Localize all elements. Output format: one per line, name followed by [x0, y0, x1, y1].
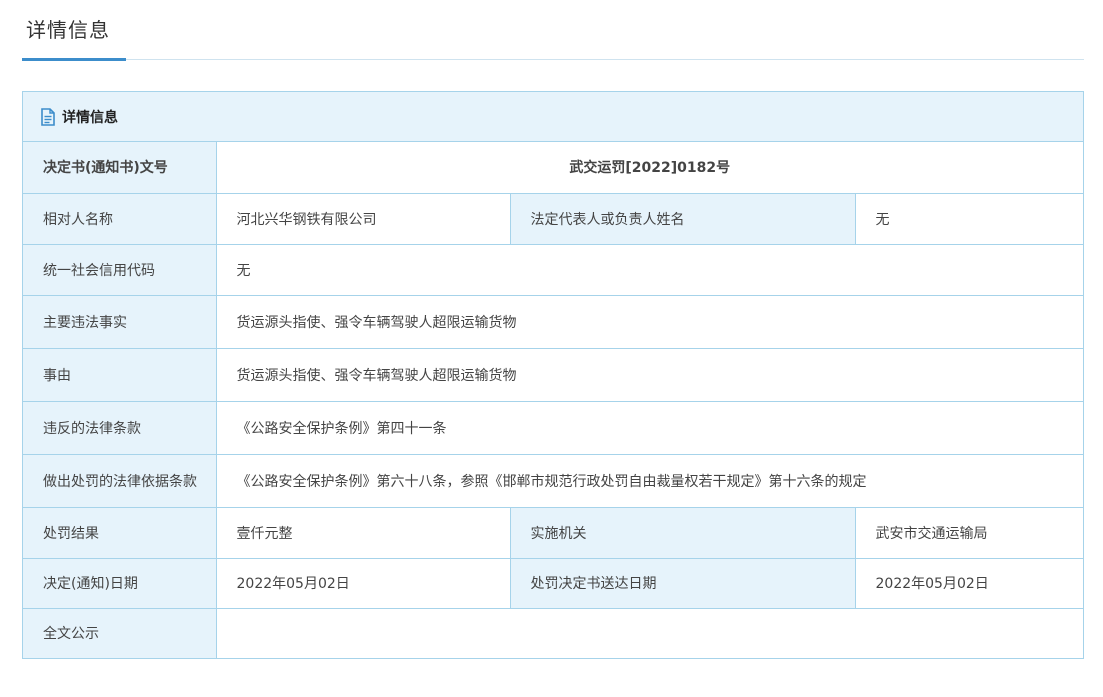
table-row: 全文公示 — [23, 607, 1083, 658]
decision-no-label: 决定书(通知书)文号 — [23, 142, 216, 193]
table-row: 决定书(通知书)文号 武交运罚[2022]0182号 — [23, 142, 1083, 193]
decision-no-value: 武交运罚[2022]0182号 — [215, 142, 1083, 193]
decision-date-value: 2022年05月02日 — [215, 557, 510, 608]
decision-date-label: 决定(通知)日期 — [23, 557, 216, 608]
page-title: 详情信息 — [26, 18, 110, 42]
counterparty-value: 河北兴华钢铁有限公司 — [215, 192, 510, 244]
legal-rep-label: 法定代表人或负责人姓名 — [509, 192, 855, 244]
authority-value: 武安市交通运输局 — [854, 506, 1083, 558]
legal-rep-value: 无 — [854, 192, 1083, 244]
delivery-date-label: 处罚决定书送达日期 — [509, 557, 855, 608]
panel-title: 详情信息 — [62, 109, 118, 126]
cause-label: 事由 — [23, 347, 216, 401]
violated-law-value: 《公路安全保护条例》第四十一条 — [215, 400, 1083, 454]
detail-panel: 详情信息 决定书(通知书)文号 武交运罚[2022]0182号 相对人名称 河北… — [22, 91, 1084, 659]
table-row: 统一社会信用代码 无 — [23, 243, 1083, 295]
main-facts-value: 货运源头指使、强令车辆驾驶人超限运输货物 — [215, 294, 1083, 348]
title-underline — [22, 58, 126, 61]
table-row: 处罚结果 壹仟元整 实施机关 武安市交通运输局 — [23, 506, 1083, 558]
violated-law-label: 违反的法律条款 — [23, 400, 216, 454]
cause-value: 货运源头指使、强令车辆驾驶人超限运输货物 — [215, 347, 1083, 401]
main-facts-label: 主要违法事实 — [23, 294, 216, 348]
credit-code-value: 无 — [215, 243, 1083, 295]
counterparty-label: 相对人名称 — [23, 192, 216, 244]
penalty-basis-value: 《公路安全保护条例》第六十八条，参照《邯郸市规范行政处罚自由裁量权若干规定》第十… — [215, 453, 1083, 507]
credit-code-label: 统一社会信用代码 — [23, 243, 216, 295]
table-row: 主要违法事实 货运源头指使、强令车辆驾驶人超限运输货物 — [23, 294, 1083, 348]
detail-table: 决定书(通知书)文号 武交运罚[2022]0182号 相对人名称 河北兴华钢铁有… — [23, 142, 1083, 658]
page-header: 详情信息 — [22, 0, 1084, 61]
result-label: 处罚结果 — [23, 506, 216, 558]
table-row: 做出处罚的法律依据条款 《公路安全保护条例》第六十八条，参照《邯郸市规范行政处罚… — [23, 453, 1083, 507]
full-text-label: 全文公示 — [23, 607, 216, 658]
delivery-date-value: 2022年05月02日 — [854, 557, 1083, 608]
document-icon — [40, 107, 56, 126]
table-row: 事由 货运源头指使、强令车辆驾驶人超限运输货物 — [23, 347, 1083, 401]
table-row: 违反的法律条款 《公路安全保护条例》第四十一条 — [23, 400, 1083, 454]
table-row: 相对人名称 河北兴华钢铁有限公司 法定代表人或负责人姓名 无 — [23, 192, 1083, 244]
result-value: 壹仟元整 — [215, 506, 510, 558]
penalty-basis-label: 做出处罚的法律依据条款 — [23, 453, 216, 507]
full-text-value — [215, 607, 1083, 658]
panel-header: 详情信息 — [23, 92, 1083, 142]
table-row: 决定(通知)日期 2022年05月02日 处罚决定书送达日期 2022年05月0… — [23, 557, 1083, 608]
authority-label: 实施机关 — [509, 506, 855, 558]
